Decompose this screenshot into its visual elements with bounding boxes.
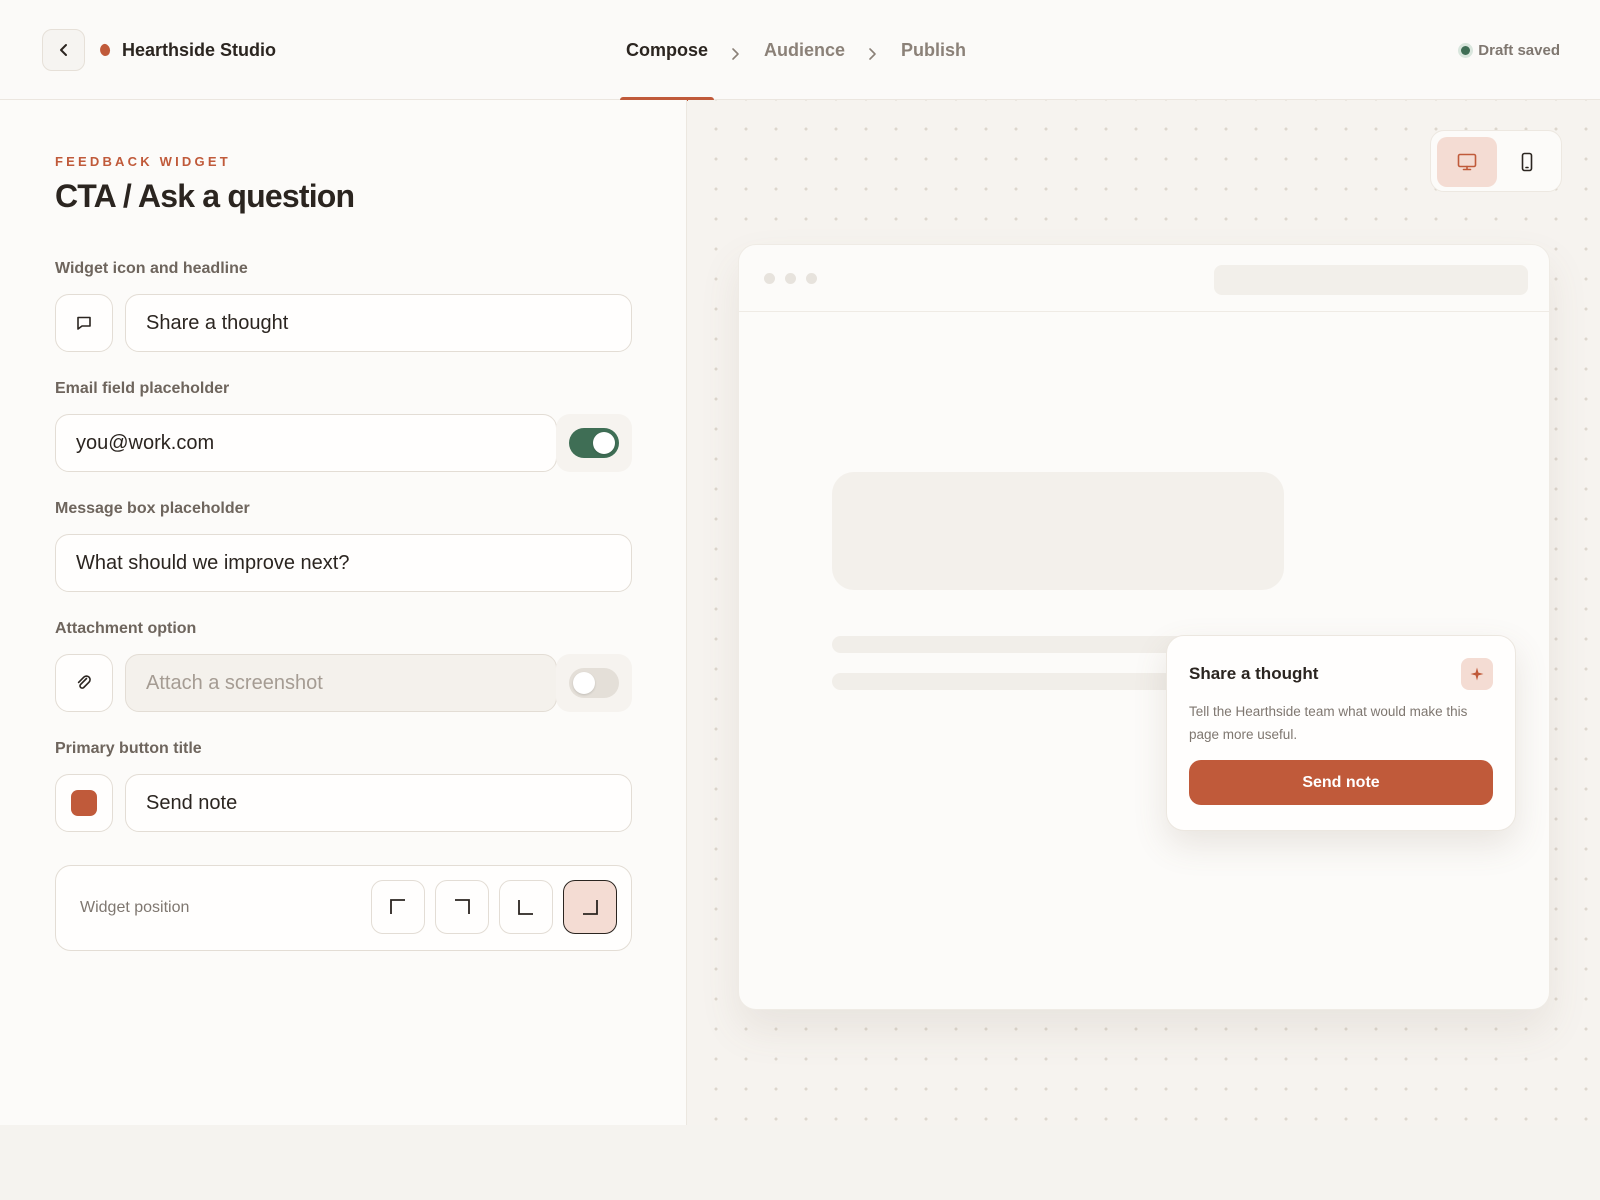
message-placeholder-input[interactable]: What should we improve next? <box>55 534 632 592</box>
widget-description: Tell the Hearthside team what would make… <box>1189 704 1468 742</box>
position-bottom-right-button[interactable] <box>563 880 617 934</box>
top-bar: Hearthside Studio Compose Audience Publi… <box>0 0 1600 101</box>
widget-position-label: Widget position <box>80 899 190 916</box>
corner-bottom-left-icon <box>518 900 533 915</box>
corner-bottom-right-icon <box>583 900 598 915</box>
window-dot <box>806 273 817 284</box>
paperclip-icon <box>77 675 91 689</box>
message-placeholder-label: Message box placeholder <box>55 500 250 517</box>
email-placeholder-input[interactable]: you@work.com <box>55 414 557 472</box>
back-button[interactable] <box>42 29 85 71</box>
chevron-right-icon <box>714 0 758 100</box>
toggle-knob <box>593 432 615 454</box>
widget-icon-picker[interactable] <box>55 294 113 352</box>
toggle-knob <box>573 672 595 694</box>
step-publish[interactable]: Publish <box>895 0 972 100</box>
mobile-view-button[interactable] <box>1497 137 1557 187</box>
page-title: CTA / Ask a question <box>55 178 355 214</box>
attachment-icon-picker[interactable] <box>55 654 113 712</box>
step-compose[interactable]: Compose <box>620 0 715 101</box>
email-toggle-wrap <box>556 414 632 472</box>
email-field-toggle[interactable] <box>569 428 619 458</box>
content-placeholder-line <box>832 673 1189 690</box>
device-toggle <box>1430 130 1562 192</box>
brand-name: Hearthside Studio <box>122 39 277 60</box>
mobile-icon <box>1521 152 1533 172</box>
content-placeholder-block <box>832 472 1284 590</box>
browser-toolbar <box>739 245 1549 312</box>
compose-panel: FEEDBACK WIDGET CTA / Ask a question Wid… <box>0 100 687 1125</box>
save-status: Draft saved <box>1461 38 1560 62</box>
attachment-toggle[interactable] <box>569 668 619 698</box>
position-top-left-button[interactable] <box>371 880 425 934</box>
primary-button-input[interactable]: Send note <box>125 774 632 832</box>
widget-send-button[interactable]: Send note <box>1189 760 1493 805</box>
window-dot <box>764 273 775 284</box>
headline-label: Widget icon and headline <box>55 260 248 277</box>
step-nav: Compose Audience Publish <box>620 0 972 101</box>
status-dot-icon <box>1461 45 1471 55</box>
corner-top-left-icon <box>390 899 405 914</box>
chevron-right-icon <box>851 0 895 100</box>
save-status-text: Draft saved <box>1478 41 1560 59</box>
feedback-widget-preview: Share a thought Tell the Hearthside team… <box>1166 635 1516 831</box>
attachment-label: Attachment option <box>55 620 197 637</box>
position-bottom-left-button[interactable] <box>499 880 553 934</box>
email-placeholder-label: Email field placeholder <box>55 380 230 397</box>
color-swatch <box>71 790 97 816</box>
step-label: Audience <box>764 39 846 60</box>
brand: Hearthside Studio <box>98 38 277 62</box>
section-eyebrow: FEEDBACK WIDGET <box>55 154 231 169</box>
step-label: Publish <box>901 39 967 60</box>
window-dot <box>785 273 796 284</box>
button-color-picker[interactable] <box>55 774 113 832</box>
browser-mockup <box>738 244 1550 1010</box>
attachment-input[interactable]: Attach a screenshot <box>125 654 557 712</box>
step-label: Compose <box>626 39 709 60</box>
headline-input[interactable]: Share a thought <box>125 294 632 352</box>
widget-position-control: Widget position <box>55 865 632 951</box>
url-bar-placeholder <box>1214 265 1528 295</box>
chevron-left-icon <box>59 44 67 56</box>
chat-bubble-icon <box>77 316 91 330</box>
desktop-view-button[interactable] <box>1437 137 1497 187</box>
position-top-right-button[interactable] <box>435 880 489 934</box>
preview-canvas: Share a thought Tell the Hearthside team… <box>688 100 1600 1125</box>
desktop-icon <box>1457 153 1477 171</box>
sparkle-icon <box>1461 658 1493 690</box>
attachment-toggle-wrap <box>556 654 632 712</box>
widget-title: Share a thought <box>1189 664 1319 683</box>
primary-button-label: Primary button title <box>55 740 202 757</box>
corner-top-right-icon <box>455 899 470 914</box>
step-audience[interactable]: Audience <box>758 0 851 100</box>
brand-logo-icon <box>98 42 112 58</box>
